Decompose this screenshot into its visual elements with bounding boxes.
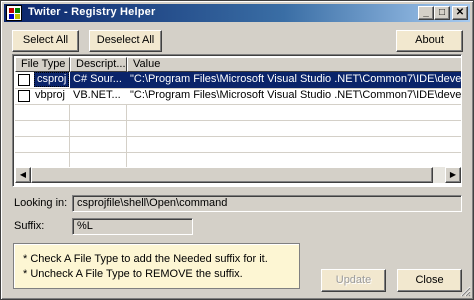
app-icon	[6, 5, 22, 21]
suffix-field[interactable]: %L	[72, 218, 193, 235]
grid-line	[126, 104, 127, 167]
row-checkbox[interactable]	[18, 74, 30, 86]
close-window-button[interactable]: ✕	[452, 6, 468, 20]
row-description: VB.NET...	[73, 89, 121, 101]
update-button[interactable]: Update	[321, 269, 386, 292]
grid-line	[69, 104, 70, 167]
row-checkbox[interactable]	[18, 90, 30, 102]
maximize-icon: □	[438, 7, 446, 18]
list-row[interactable]: vbproj VB.NET... "C:\Program Files\Micro…	[15, 88, 462, 104]
row-file-type: csproj	[34, 72, 70, 87]
scroll-right-button[interactable]: ▶	[445, 167, 461, 183]
looking-in-label: Looking in:	[14, 197, 68, 209]
scroll-right-icon: ▶	[449, 170, 457, 179]
row-value: "C:\Program Files\Microsoft Visual Studi…	[130, 89, 462, 101]
deselect-all-label: Deselect All	[96, 34, 155, 46]
about-button[interactable]: About	[396, 30, 463, 52]
grid-line	[15, 88, 461, 89]
grid-line	[15, 104, 461, 105]
column-file-type[interactable]: File Type	[15, 57, 70, 72]
select-all-button[interactable]: Select All	[12, 30, 79, 52]
grid-line	[15, 152, 461, 153]
looking-in-field[interactable]: csprojfile\shell\Open\command	[72, 195, 462, 212]
file-type-list[interactable]: File Type Descript... Value csproj C# So…	[12, 54, 462, 187]
maximize-button[interactable]: □	[434, 6, 450, 20]
help-line: * Uncheck A File Type to REMOVE the suff…	[23, 268, 243, 280]
close-icon: ✕	[455, 7, 465, 18]
help-box: * Check A File Type to add the Needed su…	[13, 243, 300, 289]
column-description[interactable]: Descript...	[70, 57, 127, 72]
help-line: * Check A File Type to add the Needed su…	[23, 253, 268, 265]
update-label: Update	[335, 274, 372, 286]
window-title: Twiter - Registry Helper	[28, 6, 156, 18]
row-value: "C:\Program Files\Microsoft Visual Studi…	[127, 72, 461, 88]
close-label: Close	[415, 274, 444, 286]
column-value[interactable]: Value	[127, 57, 461, 72]
scroll-thumb[interactable]	[31, 167, 433, 183]
minimize-button[interactable]: _	[418, 6, 434, 20]
row-description: C# Sour...	[70, 72, 127, 88]
scroll-left-button[interactable]: ◀	[15, 167, 31, 183]
list-row[interactable]: csproj C# Sour... "C:\Program Files\Micr…	[15, 72, 461, 88]
grid-line	[15, 136, 461, 137]
row-file-type: vbproj	[35, 89, 65, 101]
horizontal-scrollbar[interactable]: ◀ ▶	[15, 167, 461, 183]
about-label: About	[415, 34, 444, 46]
title-bar[interactable]: Twiter - Registry Helper _ □ ✕	[4, 4, 470, 22]
deselect-all-button[interactable]: Deselect All	[89, 30, 162, 52]
grid-line	[15, 120, 461, 121]
select-all-label: Select All	[22, 34, 69, 46]
suffix-label: Suffix:	[14, 220, 45, 232]
minimize-icon: _	[423, 7, 429, 18]
list-header: File Type Descript... Value	[15, 57, 461, 72]
close-button[interactable]: Close	[397, 269, 462, 292]
main-window: Twiter - Registry Helper _ □ ✕ Select Al…	[0, 0, 474, 300]
resize-grip-icon[interactable]	[459, 285, 471, 297]
scroll-left-icon: ◀	[19, 170, 27, 179]
